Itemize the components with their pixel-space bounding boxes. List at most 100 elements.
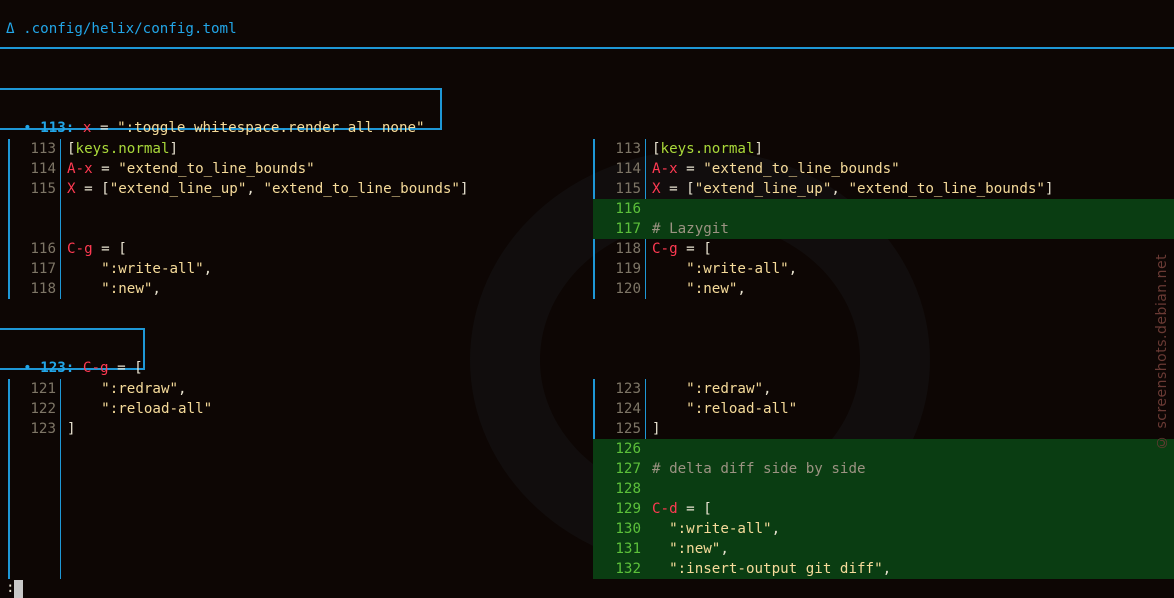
code-line: 115 X = ["extend_line_up", "extend_to_lin… [8, 179, 586, 199]
line-number: 124 [615, 401, 641, 417]
code-token: ":reload-all" [101, 401, 213, 417]
code-token: [ [652, 141, 661, 157]
line-number: 114 [30, 161, 56, 177]
line-number: 118 [30, 281, 56, 297]
code-token: , [788, 261, 798, 277]
added-line: 117 # Lazygit [593, 219, 1174, 239]
right-pane: 123 ":redraw", 124 ":reload-all" 125] 126 12… [593, 379, 1174, 579]
line-code: ":new", [652, 279, 746, 299]
code-token: = [677, 161, 704, 177]
line-code: ":write-all", [652, 259, 797, 279]
command-prompt[interactable]: : [0, 578, 1174, 598]
code-token: ":redraw" [101, 381, 179, 397]
line-number: 118 [615, 241, 641, 257]
line-number: 117 [30, 261, 56, 277]
added-line: 116 [593, 199, 1174, 219]
line-code: ":write-all", [652, 519, 780, 539]
code-token: C-d [652, 501, 678, 517]
code-token: = [ [660, 181, 695, 197]
code-token: , [737, 281, 746, 297]
code-token: ":toggle whitespace.render all none" [117, 120, 425, 136]
code-token: ":new" [101, 281, 153, 297]
code-token: ":write-all" [101, 261, 204, 277]
added-line: 131 ":new", [593, 539, 1174, 559]
code-token: # delta diff side by side [652, 461, 866, 477]
line-number: 123 [615, 381, 641, 397]
code-token: ] [67, 421, 76, 437]
line-code: [keys.normal] [652, 139, 763, 159]
line-code: C-g = [ [652, 239, 712, 259]
line-number: 126 [615, 441, 641, 457]
code-token: A-x [67, 161, 93, 177]
code-line: 115 X = ["extend_line_up", "extend_to_lin… [593, 179, 1174, 199]
code-lines: 113 [keys.normal] 114 A-x = "extend_to_line… [593, 139, 1174, 299]
line-code: C-g = [ [67, 239, 127, 259]
line-code: ":reload-all" [67, 399, 212, 419]
code-token: , [720, 541, 729, 557]
code-token: A-x [652, 161, 678, 177]
code-token: keys.normal [660, 141, 755, 157]
added-line: 128 [593, 479, 1174, 499]
code-token: ] [1044, 181, 1054, 197]
code-token: C-g [652, 241, 678, 257]
code-lines: 121 ":redraw", 122 ":reload-all" 123] [8, 379, 586, 439]
code-token: ":reload-all" [686, 401, 798, 417]
line-number: 132 [615, 561, 641, 577]
cursor [14, 580, 23, 598]
code-token: X [67, 181, 76, 197]
line-code: # delta diff side by side [652, 459, 866, 479]
code-line: 116 C-g = [ [8, 239, 586, 259]
code-token: "extend_line_up" [109, 181, 247, 197]
code-line: 118 ":new", [8, 279, 586, 299]
line-code: ":new", [652, 539, 729, 559]
code-token: C-g [82, 360, 109, 376]
code-token: ":redraw" [686, 381, 764, 397]
code-token: ":insert-output git diff" [669, 561, 883, 577]
right-pane: 113 [keys.normal] 114 A-x = "extend_to_line… [593, 139, 1174, 299]
line-code: ":reload-all" [652, 399, 797, 419]
hunk-header: • 123: C-g = [ [0, 328, 145, 376]
added-line: 126 [593, 439, 1174, 459]
hunk-header: • 113: x = ":toggle whitespace.render al… [0, 88, 442, 136]
line-number: 113 [30, 141, 56, 157]
code-token: ] [652, 421, 661, 437]
hunk-line-number: 123: [40, 360, 75, 376]
line-number: 129 [615, 501, 641, 517]
code-lines: 113 [keys.normal] 114 A-x = "extend_to_line… [8, 139, 586, 299]
added-line: 127 # delta diff side by side [593, 459, 1174, 479]
file-path: Δ .config/helix/config.toml [6, 19, 237, 39]
code-line: 117 ":write-all", [8, 259, 586, 279]
line-code: ] [67, 419, 76, 439]
line-number: 119 [615, 261, 641, 277]
code-line: 121 ":redraw", [8, 379, 586, 399]
code-token: "extend_line_up" [694, 181, 832, 197]
line-code: ":redraw", [652, 379, 771, 399]
code-line: 113 [keys.normal] [593, 139, 1174, 159]
line-number: 123 [30, 421, 56, 437]
code-token: ":write-all" [686, 261, 789, 277]
line-code: X = ["extend_line_up", "extend_to_line_b… [67, 179, 469, 199]
line-number: 120 [615, 281, 641, 297]
line-code: ":write-all", [67, 259, 212, 279]
code-token: # Lazygit [652, 221, 729, 237]
code-token: ] [459, 181, 469, 197]
code-token: ] [754, 141, 764, 157]
line-code: C-d = [ [652, 499, 712, 519]
code-token: ] [169, 141, 179, 157]
code-token: = [ [108, 360, 143, 376]
line-number: 117 [615, 221, 641, 237]
hunk-code: x = ":toggle whitespace.render all none" [83, 120, 425, 136]
line-number: 131 [615, 541, 641, 557]
line-code: X = ["extend_line_up", "extend_to_line_b… [652, 179, 1054, 199]
line-code: ":insert-output git diff", [652, 559, 891, 579]
bullet-icon: • [23, 120, 32, 136]
code-token: , [246, 181, 264, 197]
code-line: 113 [keys.normal] [8, 139, 586, 159]
